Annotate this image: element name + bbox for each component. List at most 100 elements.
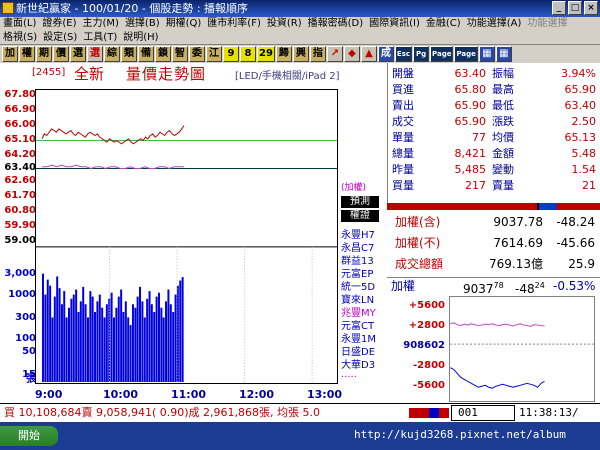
chart-header: [2455] 全新 量價走勢圖 [LED/手機相關/iPad 2] [32,65,340,83]
toolbar-button[interactable]: ▦ [478,46,495,62]
toolbar-button[interactable]: 鎖 [155,46,171,62]
volume-bar [70,298,73,383]
toolbar-button[interactable]: ↗ [326,46,343,62]
volume-bar [96,301,99,383]
minimize-button[interactable]: _ [552,1,566,15]
stat-label: 賣量 [492,179,514,192]
status-square [419,408,429,418]
volume-bar [94,311,97,383]
time-tick-label: 9:00 [35,388,63,401]
toolbar-button[interactable]: ▲ [360,46,377,62]
title-bar: 新世紀贏家 - 100/01/20 - 個股走勢 : 播報順序 _ □ × [0,0,600,17]
menu-item[interactable]: 主力(M) [80,17,122,31]
toolbar-button[interactable]: 期 [36,46,52,62]
volume-bar [131,304,134,383]
toolbar-button[interactable]: 綜 [104,46,120,62]
menu-item[interactable]: 功能選擇 [524,17,570,31]
menu-item[interactable]: 播報密碼(D) [305,17,367,31]
menu-item[interactable]: 選擇(B) [122,17,163,31]
menu-item[interactable]: 畫面(L) [0,17,39,31]
toolbar-button[interactable]: Page [454,46,478,62]
volume-bar [41,273,44,383]
stat-value: 65.13 [564,131,597,144]
menu-item[interactable]: 工具(T) [80,31,120,44]
index-mini-chart-panel: 加權 903778 -4824 -0.53% +5600 +2800 908602 -… [387,277,600,403]
toolbar-button[interactable]: 智 [172,46,188,62]
mini-index-label: 加權 [391,279,416,293]
toolbar-button[interactable]: 29 [257,46,275,62]
menu-item[interactable]: 期權(Q) [163,17,205,31]
quote-stat-row: 買量 217 賣量 21 [388,179,600,192]
volume-bar [146,298,149,383]
toolbar-button[interactable]: 類 [121,46,137,62]
price-tick-label: 61.70 [4,190,36,202]
mini-index-chart[interactable] [449,296,595,402]
mini-index-value: 903778 [463,281,504,296]
toolbar-button[interactable]: 選 [70,46,86,62]
toolbar-button[interactable]: 指 [309,46,326,62]
volume-bar [122,311,125,383]
volume-bar [157,292,160,383]
toolbar-button[interactable]: 成 [377,46,394,62]
toolbar-button[interactable]: 歸 [275,46,292,62]
toolbar-button[interactable]: 價 [53,46,69,62]
status-square [409,408,419,418]
ratio-segment [539,203,557,210]
warrant-button[interactable]: 權證 [341,210,379,222]
toolbar-button[interactable]: 8 [240,46,256,62]
start-button[interactable]: 開始 [0,426,58,446]
stat-value: 217 [465,179,486,192]
quote-stat-row: 賣出 65.90 最低 63.40 [388,99,600,112]
index-row: 成交總額 769.13億 25.9 [387,254,600,274]
toolbar-button[interactable]: ▦ [495,46,512,62]
toolbar-button[interactable]: 9 [223,46,239,62]
volume-bar [153,311,156,383]
menu-item[interactable]: 格視(S) [0,31,40,44]
stat-value: 1.54 [571,163,597,176]
menu-item[interactable]: 功能選擇(A) [464,17,525,31]
volume-bar [82,286,85,383]
toolbar-button[interactable]: 興 [292,46,309,62]
warrant-item[interactable]: ..... [341,369,357,380]
status-bar: 買 10,108,684賣 9,058,941( 0.90)成 2,961,86… [0,403,600,422]
toolbar-button[interactable]: Page [430,46,454,62]
stat-value: 65.80 [454,83,487,96]
menu-item[interactable]: 投資(R) [264,17,305,31]
status-square [429,408,439,418]
time-tick-label: 12:00 [239,388,275,401]
stat-label: 成交 [392,115,414,128]
menu-item[interactable]: 說明(H) [120,31,161,44]
stat-value: 3.94% [561,67,596,80]
volume-bar [120,289,123,383]
volume-bar [65,317,68,383]
toolbar-button[interactable]: 備 [138,46,154,62]
stock-counter-input[interactable]: 001 [451,405,515,421]
menu-item[interactable]: 匯市利率(F) [204,17,264,31]
toolbar-button[interactable]: 選 [87,46,103,62]
taskbar: 開始 http://kujd3268.pixnet.net/album [0,422,600,450]
toolbar-button[interactable]: ◆ [343,46,360,62]
intraday-chart[interactable] [35,89,338,384]
volume-bar [79,301,82,383]
toolbar-button[interactable]: 權 [19,46,35,62]
toolbar-button[interactable]: 加 [2,46,18,62]
toolbar-button[interactable]: 委 [189,46,205,62]
volume-bar [58,288,61,383]
menu-item[interactable]: 設定(S) [40,31,80,44]
index-change: -45.66 [556,236,595,250]
toolbar-button[interactable]: Pg [413,46,430,62]
toolbar-button[interactable]: 江 [206,46,222,62]
close-button[interactable]: × [584,1,598,15]
menu-item[interactable]: 國際資訊(I) [366,17,423,31]
stat-value: 2.50 [571,115,597,128]
menu-item[interactable]: 證券(E) [39,17,79,31]
forecast-button[interactable]: 預測 [341,196,379,208]
maximize-button[interactable]: □ [568,1,582,15]
volume-bar [124,301,127,383]
stat-label: 買進 [392,83,414,96]
volume-bar [46,279,49,383]
price-tick-label: 62.60 [4,175,36,187]
menu-item[interactable]: 金融(C) [423,17,464,31]
volume-bar [162,317,165,383]
toolbar-button[interactable]: Esc [394,46,413,62]
